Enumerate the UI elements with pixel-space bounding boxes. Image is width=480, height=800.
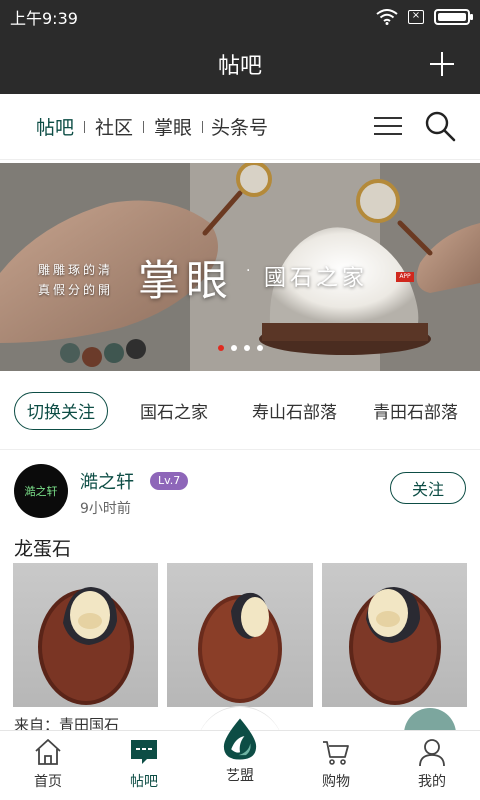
battery-icon xyxy=(434,9,473,25)
banner-poem-line: 雕雕琢的清 xyxy=(38,263,114,277)
bottom-nav: 首页 帖吧 艺盟 购物 我的 xyxy=(0,718,480,800)
avatar[interactable]: 澔之轩 xyxy=(14,464,68,518)
tab-tieba[interactable]: 帖吧 xyxy=(26,113,84,140)
nav-item-home[interactable]: 首页 xyxy=(0,731,96,800)
nav-label: 艺盟 xyxy=(226,768,254,784)
banner-poem-line: 真假分的開 xyxy=(38,283,114,297)
header: 帖吧 xyxy=(0,34,480,94)
carousel-indicator xyxy=(218,345,263,351)
banner-subtitle: 國石之家 xyxy=(264,266,369,291)
status-bar: 上午9:39 × xyxy=(0,0,480,34)
nav-label: 帖吧 xyxy=(130,774,158,790)
carousel-dot[interactable] xyxy=(218,345,224,351)
switch-follow-button[interactable]: 切换关注 xyxy=(14,391,108,430)
post-title[interactable]: 龙蛋石 xyxy=(14,534,71,561)
dragon-egg-stone-image xyxy=(38,587,134,705)
banner-separator: · xyxy=(246,263,251,279)
post-time: 9小时前 xyxy=(80,501,131,517)
carousel-dot[interactable] xyxy=(231,345,237,351)
avatar-text: 澔之轩 xyxy=(24,485,58,498)
nav-label: 首页 xyxy=(34,774,62,790)
menu-icon[interactable] xyxy=(374,114,402,138)
forum-icon xyxy=(131,740,157,764)
page-title: 帖吧 xyxy=(217,54,262,79)
search-icon[interactable] xyxy=(424,110,456,142)
category-item[interactable]: 青田石部落 xyxy=(373,398,458,423)
post-image[interactable] xyxy=(167,563,313,707)
post-username[interactable]: 澔之轩 xyxy=(80,468,134,494)
nav-label: 购物 xyxy=(322,774,350,790)
post-image[interactable] xyxy=(13,563,159,707)
nav-item-shop[interactable]: 购物 xyxy=(288,731,384,800)
nav-label: 我的 xyxy=(418,774,446,790)
user-icon xyxy=(419,739,445,767)
post-image[interactable] xyxy=(321,563,467,707)
dragon-egg-stone-image xyxy=(348,587,441,705)
drop-logo-icon xyxy=(223,718,257,760)
no-sim-icon: × xyxy=(408,10,424,24)
category-item[interactable]: 国石之家 xyxy=(140,398,208,423)
dragon-egg-stone-image xyxy=(198,592,283,703)
cart-icon xyxy=(323,741,349,765)
nav-item-forum[interactable]: 帖吧 xyxy=(96,731,192,800)
home-icon xyxy=(35,739,61,765)
status-time: 上午9:39 xyxy=(10,9,78,28)
carousel-dot[interactable] xyxy=(257,345,263,351)
add-post-button[interactable] xyxy=(422,44,462,84)
status-icons: × xyxy=(376,9,473,25)
tab-community[interactable]: 社区 xyxy=(85,113,143,140)
nav-item-mine[interactable]: 我的 xyxy=(384,731,480,800)
category-item[interactable]: 寿山石部落 xyxy=(252,398,337,423)
nav-item-yimeng[interactable]: 艺盟 xyxy=(192,718,288,800)
banner-title: 掌眼 xyxy=(138,256,235,305)
banner-app-badge: APP xyxy=(396,272,414,282)
app-screen: 上午9:39 × 帖吧 帖吧 社区 掌眼 头条号 雕雕琢的清 真假分的開 掌眼 … xyxy=(0,0,480,800)
post-header: 澔之轩 澔之轩 Lv.7 9小时前 关注 xyxy=(14,464,466,520)
carousel-dot[interactable] xyxy=(244,345,250,351)
tab-appraisal[interactable]: 掌眼 xyxy=(144,113,202,140)
top-tabs: 帖吧 社区 掌眼 头条号 xyxy=(0,94,480,160)
tab-headlines[interactable]: 头条号 xyxy=(203,113,278,140)
follow-button[interactable]: 关注 xyxy=(390,472,466,504)
wifi-icon xyxy=(376,9,398,25)
level-badge: Lv.7 xyxy=(150,472,189,490)
category-row: 切换关注 国石之家 寿山石部落 青田石部落 xyxy=(0,372,480,450)
post-images xyxy=(13,563,467,707)
promo-banner[interactable]: 雕雕琢的清 真假分的開 掌眼 · 國石之家 APP xyxy=(0,163,480,371)
